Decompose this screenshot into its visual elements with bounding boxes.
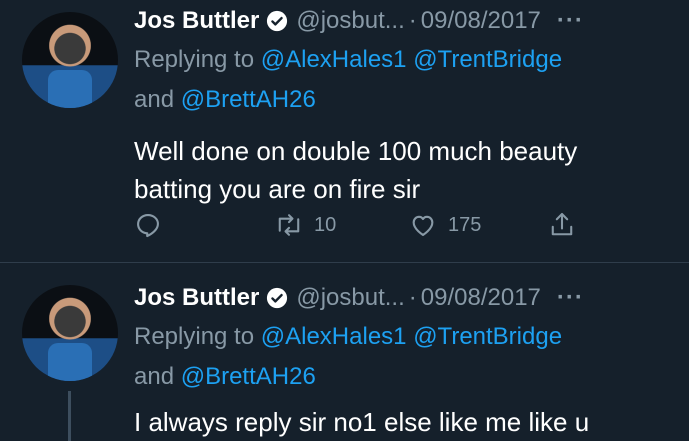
retweet-count: 10 bbox=[314, 213, 337, 236]
author-handle[interactable]: @josbut... bbox=[296, 284, 404, 312]
mention-link[interactable]: @AlexHales1 bbox=[261, 323, 407, 350]
and-label: and bbox=[134, 86, 175, 113]
avatar[interactable] bbox=[22, 285, 118, 381]
tweet[interactable]: Jos Buttler @josbut... · 09/08/2017 ··· … bbox=[0, 0, 689, 262]
replying-to: Replying to @AlexHales1 @TrentBridge and… bbox=[134, 40, 679, 120]
mention-link[interactable]: @BrettAH26 bbox=[181, 86, 316, 113]
separator-dot: · bbox=[408, 284, 417, 311]
like-button[interactable]: 175 bbox=[408, 211, 548, 239]
verified-badge-icon bbox=[267, 287, 288, 309]
and-label: and bbox=[134, 363, 175, 390]
tweet-text: Well done on double 100 much beauty batt… bbox=[134, 136, 578, 204]
tweet-content: Jos Buttler @josbut... · 09/08/2017 ··· … bbox=[134, 4, 679, 208]
tweet-actions: 10 175 bbox=[134, 210, 576, 240]
author-name[interactable]: Jos Buttler bbox=[134, 7, 259, 35]
mention-link[interactable]: @TrentBridge bbox=[413, 46, 562, 73]
reply-icon bbox=[137, 214, 159, 238]
like-count: 175 bbox=[448, 213, 482, 236]
mention-link[interactable]: @BrettAH26 bbox=[181, 363, 316, 390]
mention-link[interactable]: @AlexHales1 bbox=[261, 46, 407, 73]
verified-badge-icon bbox=[267, 10, 288, 32]
replying-to: Replying to @AlexHales1 @TrentBridge and… bbox=[134, 317, 679, 397]
tweet-header: Jos Buttler @josbut... · 09/08/2017 ··· bbox=[134, 4, 679, 38]
retweet-button[interactable]: 10 bbox=[274, 211, 408, 239]
retweet-icon bbox=[278, 214, 300, 236]
share-icon bbox=[551, 213, 573, 236]
more-options-icon[interactable]: ··· bbox=[557, 284, 584, 312]
replying-to-label: Replying to bbox=[134, 46, 255, 73]
avatar[interactable] bbox=[22, 12, 118, 108]
author-handle[interactable]: @josbut... bbox=[296, 7, 404, 35]
tweet-date[interactable]: 09/08/2017 bbox=[421, 284, 541, 312]
thread-line bbox=[68, 391, 71, 441]
separator-dot: · bbox=[408, 7, 417, 34]
share-button[interactable] bbox=[548, 210, 576, 240]
reply-button[interactable] bbox=[134, 211, 274, 239]
tweet-text: I always reply sir no1 else like me like… bbox=[134, 407, 590, 437]
replying-to-label: Replying to bbox=[134, 323, 255, 350]
tweet-header: Jos Buttler @josbut... · 09/08/2017 ··· bbox=[134, 281, 679, 315]
tweet-content: Jos Buttler @josbut... · 09/08/2017 ··· … bbox=[134, 281, 679, 441]
tweet-date[interactable]: 09/08/2017 bbox=[421, 7, 541, 35]
heart-icon bbox=[412, 215, 434, 236]
author-name[interactable]: Jos Buttler bbox=[134, 284, 259, 312]
more-options-icon[interactable]: ··· bbox=[557, 7, 584, 35]
tweet[interactable]: Jos Buttler @josbut... · 09/08/2017 ··· … bbox=[0, 263, 689, 441]
mention-link[interactable]: @TrentBridge bbox=[413, 323, 562, 350]
